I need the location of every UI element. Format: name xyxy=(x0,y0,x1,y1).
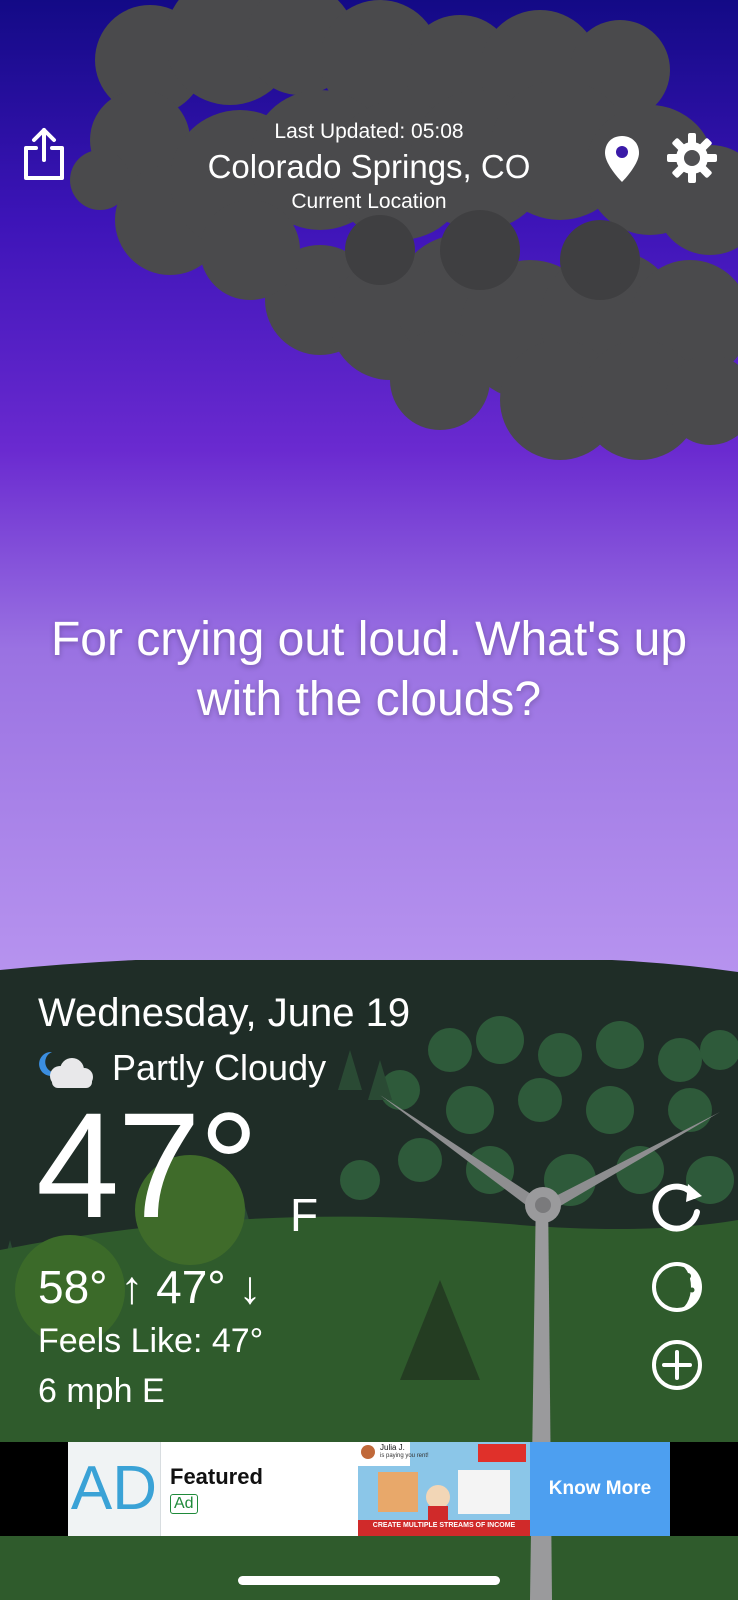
ad-creative-caption: CREATE MULTIPLE STREAMS OF INCOME xyxy=(372,1522,516,1529)
top-bar: Last Updated: 05:08 Colorado Springs, CO… xyxy=(0,0,738,240)
ad-creative-name: Julia J. xyxy=(380,1443,405,1452)
feels-like-text: Feels Like: 47° xyxy=(38,1322,264,1360)
moon-phase-icon[interactable] xyxy=(650,1260,704,1314)
ad-logo: AD xyxy=(68,1442,161,1536)
date-text: Wednesday, June 19 xyxy=(38,991,411,1035)
add-icon[interactable] xyxy=(650,1338,704,1392)
temperature-unit[interactable]: F xyxy=(290,1192,318,1238)
ad-label: Ad xyxy=(170,1494,198,1514)
high-low-temperature: 58° ↑ 47° ↓ xyxy=(38,1261,262,1313)
ad-cta-button[interactable]: Know More xyxy=(530,1442,670,1536)
ad-title: Featured xyxy=(170,1464,263,1489)
home-indicator[interactable] xyxy=(238,1576,500,1585)
ad-banner[interactable]: AD Featured Ad Julia J. is paying you re… xyxy=(0,1442,738,1536)
ad-creative-subtext: is paying you rent! xyxy=(380,1453,429,1459)
gear-icon[interactable] xyxy=(666,132,718,184)
city-name: Colorado Springs, CO xyxy=(207,148,531,185)
location-header[interactable]: Last Updated: 05:08 Colorado Springs, CO… xyxy=(160,118,578,216)
share-icon[interactable] xyxy=(20,126,68,182)
location-pin-icon[interactable] xyxy=(602,134,642,184)
location-label: Current Location xyxy=(291,190,447,213)
ad-content[interactable]: AD Featured Ad Julia J. is paying you re… xyxy=(68,1442,670,1536)
wind-text: 6 mph E xyxy=(38,1372,165,1410)
refresh-icon[interactable] xyxy=(650,1180,704,1234)
current-temperature: 47° xyxy=(36,1081,259,1249)
ad-creative-image[interactable]: Julia J. is paying you rent! CREATE MULT… xyxy=(358,1442,530,1536)
last-updated-text: Last Updated: 05:08 xyxy=(274,120,464,143)
weather-quip: For crying out loud. What's up with the … xyxy=(50,613,688,726)
